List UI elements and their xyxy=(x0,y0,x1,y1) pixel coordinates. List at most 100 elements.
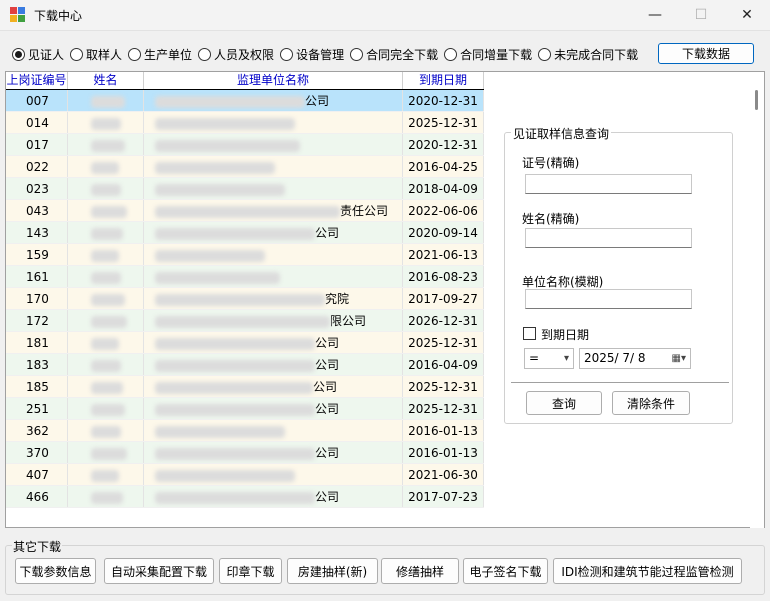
cert-no-cell: 407 xyxy=(6,464,68,485)
e-signature-download-button[interactable]: 电子签名下载 xyxy=(463,558,548,584)
radio-circle-icon[interactable] xyxy=(280,47,294,61)
cert-no-cell: 007 xyxy=(6,90,68,111)
table-row[interactable]: 023 2018-04-09 xyxy=(6,178,484,200)
expiry-date-checkbox[interactable] xyxy=(523,327,536,340)
query-group: 见证取样信息查询 证号(精确) 姓名(精确) 单位名称(模糊) 到期日期 = ▾… xyxy=(504,125,733,424)
vertical-scrollbar[interactable] xyxy=(750,72,764,528)
expiry-date-label: 到期日期 xyxy=(541,328,590,342)
title-bar: 下载中心 — ☐ ✕ xyxy=(0,0,770,31)
cert-no-cell: 181 xyxy=(6,332,68,353)
data-grid[interactable]: 上岗证编号 姓名 监理单位名称 到期日期 007 公司 2020-12-31 014 2… xyxy=(6,72,484,508)
redacted-unit-name xyxy=(155,337,315,350)
redacted-unit-name xyxy=(155,117,295,130)
name-cell xyxy=(68,332,144,353)
table-row[interactable]: 159 2021-06-13 xyxy=(6,244,484,266)
unit-name-suffix: 责任公司 xyxy=(340,204,389,218)
download-data-button[interactable]: 下载数据 xyxy=(658,43,754,64)
radio-option-3[interactable]: 人员及权限 xyxy=(198,46,274,63)
table-row[interactable]: 172 限公司 2026-12-31 xyxy=(6,310,484,332)
redacted-name xyxy=(91,337,119,350)
clear-conditions-button[interactable]: 清除条件 xyxy=(612,391,690,415)
seal-download-button[interactable]: 印章下载 xyxy=(219,558,282,584)
unit-name-input[interactable] xyxy=(525,289,692,309)
close-button[interactable]: ✕ xyxy=(724,0,770,30)
building-sampling-button[interactable]: 房建抽样(新) xyxy=(287,558,378,584)
search-button[interactable]: 查询 xyxy=(526,391,602,415)
radio-circle-icon[interactable] xyxy=(128,47,142,61)
operator-value: = xyxy=(529,351,540,365)
radio-circle-icon[interactable] xyxy=(70,47,84,61)
redacted-unit-name xyxy=(155,161,275,174)
column-header-name[interactable]: 姓名 xyxy=(68,72,144,89)
radio-circle-icon[interactable] xyxy=(538,47,552,61)
cert-no-cell: 466 xyxy=(6,486,68,507)
maximize-button[interactable]: ☐ xyxy=(678,0,724,30)
column-header-cert-no[interactable]: 上岗证编号 xyxy=(6,72,68,89)
operator-select[interactable]: = ▾ xyxy=(524,348,574,369)
radio-option-1[interactable]: 取样人 xyxy=(70,46,122,63)
radio-option-7[interactable]: 未完成合同下载 xyxy=(538,46,638,63)
column-header-expiry[interactable]: 到期日期 xyxy=(403,72,484,89)
name-cell xyxy=(68,354,144,375)
name-cell xyxy=(68,310,144,331)
table-row[interactable]: 170 究院 2017-09-27 xyxy=(6,288,484,310)
table-row[interactable]: 362 2016-01-13 xyxy=(6,420,484,442)
redacted-name xyxy=(91,161,119,174)
table-row[interactable]: 183 公司 2016-04-09 xyxy=(6,354,484,376)
unit-name-cell xyxy=(144,420,403,441)
table-row[interactable]: 014 2025-12-31 xyxy=(6,112,484,134)
cert-no-input[interactable] xyxy=(525,174,692,194)
calendar-icon[interactable]: ▦▾ xyxy=(672,349,686,368)
radio-option-4[interactable]: 设备管理 xyxy=(280,46,344,63)
radio-label: 合同增量下载 xyxy=(460,47,533,62)
radio-circle-icon[interactable] xyxy=(198,47,212,61)
expiry-date-cell: 2017-07-23 xyxy=(403,486,484,507)
expiry-date-cell: 2025-12-31 xyxy=(403,332,484,353)
table-row[interactable]: 251 公司 2025-12-31 xyxy=(6,398,484,420)
name-cell xyxy=(68,244,144,265)
table-row[interactable]: 181 公司 2025-12-31 xyxy=(6,332,484,354)
radio-option-6[interactable]: 合同增量下载 xyxy=(444,46,532,63)
radio-circle-icon[interactable] xyxy=(12,47,25,61)
auto-collect-config-button[interactable]: 自动采集配置下载 xyxy=(104,558,214,584)
name-input[interactable] xyxy=(525,228,692,248)
name-cell xyxy=(68,486,144,507)
radio-circle-icon[interactable] xyxy=(444,47,458,61)
radio-circle-icon[interactable] xyxy=(350,47,364,61)
name-cell xyxy=(68,376,144,397)
expiry-date-cell: 2018-04-09 xyxy=(403,178,484,199)
unit-name-cell: 公司 xyxy=(144,376,403,397)
redacted-name xyxy=(91,381,123,394)
table-row[interactable]: 466 公司 2017-07-23 xyxy=(6,486,484,508)
table-row[interactable]: 007 公司 2020-12-31 xyxy=(6,90,484,112)
radio-option-2[interactable]: 生产单位 xyxy=(128,46,192,63)
expiry-date-picker[interactable]: 2025/ 7/ 8 ▦▾ xyxy=(579,348,691,369)
redacted-name xyxy=(91,403,125,416)
table-row[interactable]: 370 公司 2016-01-13 xyxy=(6,442,484,464)
radio-option-0[interactable]: 见证人 xyxy=(12,46,64,63)
column-header-unit[interactable]: 监理单位名称 xyxy=(144,72,403,89)
table-row[interactable]: 407 2021-06-30 xyxy=(6,464,484,486)
redacted-unit-name xyxy=(155,205,340,218)
table-row[interactable]: 161 2016-08-23 xyxy=(6,266,484,288)
unit-name-cell xyxy=(144,112,403,133)
table-row[interactable]: 022 2016-04-25 xyxy=(6,156,484,178)
repair-sampling-button[interactable]: 修缮抽样 xyxy=(381,558,459,584)
unit-name-cell: 公司 xyxy=(144,332,403,353)
table-row[interactable]: 043 责任公司 2022-06-06 xyxy=(6,200,484,222)
idi-inspection-button[interactable]: IDI检测和建筑节能过程监管检测 xyxy=(553,558,742,584)
scrollbar-thumb[interactable] xyxy=(755,90,758,110)
unit-name-cell xyxy=(144,464,403,485)
minimize-button[interactable]: — xyxy=(632,0,678,30)
redacted-name xyxy=(91,227,123,240)
table-row[interactable]: 143 公司 2020-09-14 xyxy=(6,222,484,244)
unit-name-suffix: 公司 xyxy=(315,402,340,416)
table-row[interactable]: 017 2020-12-31 xyxy=(6,134,484,156)
table-row[interactable]: 185 公司 2025-12-31 xyxy=(6,376,484,398)
download-params-button[interactable]: 下载参数信息 xyxy=(15,558,96,584)
name-label: 姓名(精确) xyxy=(522,212,580,226)
unit-name-cell: 公司 xyxy=(144,90,403,111)
radio-option-5[interactable]: 合同完全下载 xyxy=(350,46,438,63)
cert-no-cell: 023 xyxy=(6,178,68,199)
expiry-date-cell: 2025-12-31 xyxy=(403,376,484,397)
